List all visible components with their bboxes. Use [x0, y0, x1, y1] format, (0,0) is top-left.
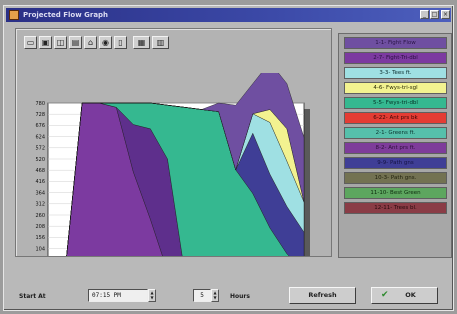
legend-item[interactable]: 4-6- Fwys-tri-sgl — [344, 82, 447, 94]
legend-item[interactable]: 5-5- Fwys-tri-dbl — [344, 97, 447, 109]
y-tick-label: 572 — [35, 146, 45, 152]
y-tick-label: 364 — [35, 190, 45, 196]
legend-item[interactable]: 6-22- Ant prs bk — [344, 112, 447, 124]
open-icon[interactable]: ▭ — [24, 36, 37, 49]
table-icon[interactable]: ▥ — [152, 36, 169, 49]
maximize-button[interactable]: □ — [430, 10, 439, 19]
close-button[interactable]: × — [441, 10, 450, 19]
y-tick-label: 104 — [35, 246, 45, 252]
y-tick-label: 624 — [35, 134, 45, 140]
y-tick-label: 468 — [35, 168, 45, 174]
y-axis-ticks: 0521041562082603123644164685205726246767… — [35, 101, 45, 253]
graph-panel: ▭ ▣ ◫ ▤ ⌂ ◉ ▯ ▦ ▥ 0521041562082603123644… — [15, 28, 332, 257]
flow-graph-window: Projected Flow Graph _ □ × ▭ ▣ ◫ ▤ ⌂ ◉ ▯… — [3, 5, 454, 311]
refresh-button[interactable]: Refresh — [289, 287, 356, 304]
check-icon: ✔ — [381, 290, 389, 300]
save-icon[interactable]: ▣ — [39, 36, 52, 49]
graph-toolbar: ▭ ▣ ◫ ▤ ⌂ ◉ ▯ ▦ ▥ — [24, 36, 169, 50]
y-tick-label: 208 — [35, 224, 45, 230]
minimize-button[interactable]: _ — [420, 10, 429, 19]
bottom-controls: Start At 07:15 PM ▲ ▼ 5 ▲ ▼ Hours Refresh … — [4, 286, 455, 310]
start-time-field[interactable]: 07:15 PM — [88, 289, 148, 302]
legend-item[interactable]: 8-2- Ant prs ft. — [344, 142, 447, 154]
y-tick-label: 676 — [35, 123, 45, 129]
y-tick-label: 728 — [35, 112, 45, 118]
y-tick-label: 416 — [35, 179, 45, 185]
title-bar[interactable]: Projected Flow Graph _ □ × — [6, 8, 451, 22]
grid-icon[interactable]: ▦ — [133, 36, 150, 49]
legend-item[interactable]: 12-11- Trees bl. — [344, 202, 447, 214]
hours-spinner[interactable]: ▲ ▼ — [211, 289, 219, 302]
hours-field[interactable]: 5 — [193, 289, 211, 302]
y-tick-label: 780 — [35, 101, 45, 107]
legend-item[interactable]: 1-1- Fight Flow — [344, 37, 447, 49]
start-time-spinner[interactable]: ▲ ▼ — [148, 289, 156, 302]
window-title: Projected Flow Graph — [23, 11, 109, 19]
legend-item[interactable]: 10-3- Path gns. — [344, 172, 447, 184]
legend-panel: 1-1- Fight Flow 2-7- Fight-Tri-dbl 3-3- Te… — [338, 33, 452, 258]
legend-item[interactable]: 3-3- Tees ft. — [344, 67, 447, 79]
flow-chart: 0521041562082603123644164685205726246767… — [35, 73, 310, 256]
y-tick-label: 260 — [35, 213, 45, 219]
y-tick-label: 156 — [35, 235, 45, 241]
ok-label: OK — [405, 291, 416, 299]
app-icon — [9, 10, 19, 20]
ok-button[interactable]: ✔ OK — [371, 287, 438, 304]
chart-type-icon[interactable]: ⌂ — [84, 36, 97, 49]
palette-icon[interactable]: ◉ — [99, 36, 112, 49]
copy-icon[interactable]: ◫ — [54, 36, 67, 49]
start-at-label: Start At — [19, 293, 46, 300]
legend-item[interactable]: 2-7- Fight-Tri-dbl — [344, 52, 447, 64]
legend-item[interactable]: 11-10- Best Green — [344, 187, 447, 199]
print-icon[interactable]: ▤ — [69, 36, 82, 49]
y-tick-label: 312 — [35, 202, 45, 208]
y-tick-label: 520 — [35, 157, 45, 163]
hours-label: Hours — [230, 293, 250, 300]
area-series — [66, 73, 305, 256]
legend-item[interactable]: 2-1- Greens ft. — [344, 127, 447, 139]
legend-item[interactable]: 9-9- Path gns — [344, 157, 447, 169]
page-icon[interactable]: ▯ — [114, 36, 127, 49]
